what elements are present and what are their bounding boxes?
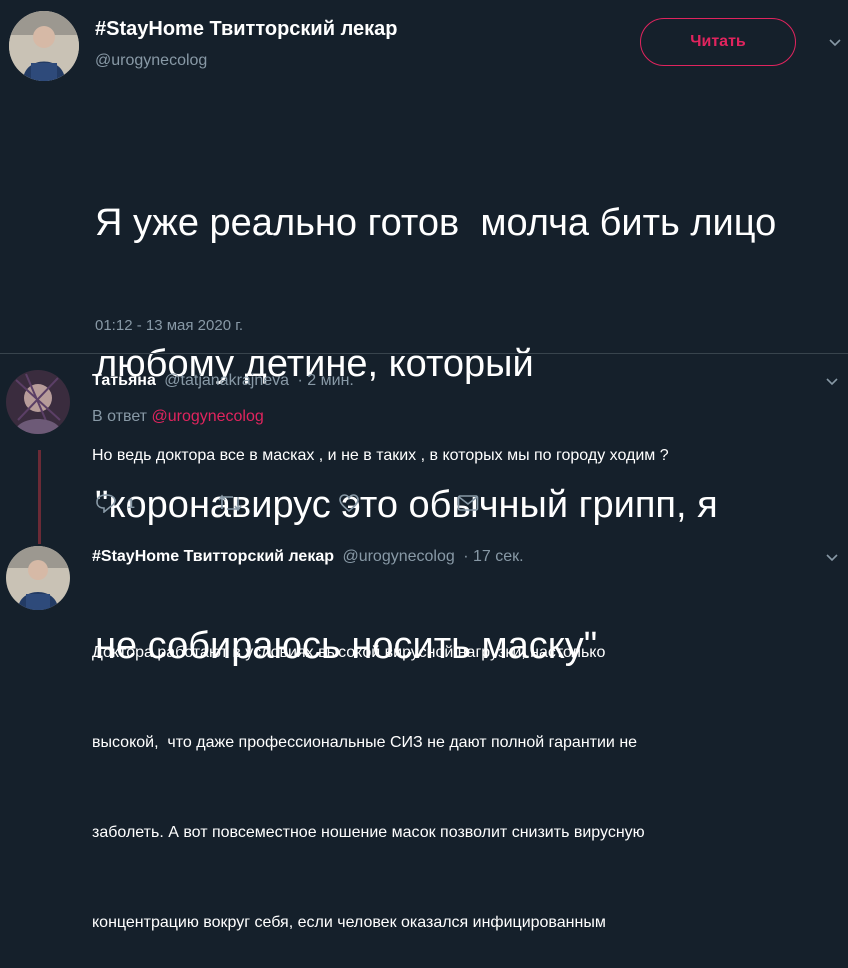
reply-author-avatar[interactable] [6,546,70,610]
tweet-timestamp[interactable]: 01:12 - 13 мая 2020 г. [95,317,243,334]
thread-connector [38,450,41,544]
reply-author-avatar[interactable] [6,370,70,434]
reply-to-line: В ответ @urogynecolog [92,408,264,426]
reply-text-line: заболеть. А вот повсеместное ношение мас… [92,824,645,841]
reply-to-handle-link[interactable]: @urogynecolog [151,408,263,425]
reply-action[interactable]: 1 [95,493,135,513]
avatar-photo [6,546,70,610]
reply-icon [96,494,116,513]
author-handle[interactable]: @urogynecolog [95,52,207,70]
tweet-text-line: Я уже реально готов молча бить лицо [95,202,777,244]
reply-handle[interactable]: @tatjanakrajneva [164,372,289,389]
like-action[interactable] [338,493,360,513]
follow-button[interactable]: Читать [640,18,796,66]
reply-time[interactable]: · 17 сек. [463,548,523,565]
retweet-action[interactable] [217,493,243,513]
avatar-photo [9,11,79,81]
like-icon [339,494,359,513]
reply-text: Доктора работают в условиях высокой виру… [92,578,645,968]
reply-handle[interactable]: @urogynecolog [342,548,454,565]
reply-to-prefix: В ответ [92,408,148,425]
reply-text-line: высокой, что даже профессиональные СИЗ н… [92,734,638,751]
reply-text-line: концентрацию вокруг себя, если человек о… [92,914,606,931]
avatar-photo [6,370,70,434]
reply-text-line: Доктора работают в условиях высокой виру… [92,644,606,661]
reply-header: Татьяна @tatjanakrajneva · 2 мин. [92,372,354,390]
reply-display-name[interactable]: Татьяна [92,372,156,389]
dm-icon [457,495,479,511]
tweet-text-line: "коронавирус это обычный грипп, я [95,484,718,526]
reply-text: Но ведь доктора все в масках , и не в та… [92,447,669,464]
chevron-down-icon[interactable] [826,552,838,564]
chevron-down-icon[interactable] [826,376,838,388]
reply-header: #StayHome Твитторский лекар @urogynecolo… [92,548,524,566]
reply-count: 1 [127,495,135,511]
divider [0,353,848,354]
author-display-name[interactable]: #StayHome Твитторский лекар [95,18,398,41]
reply-display-name[interactable]: #StayHome Твитторский лекар [92,548,334,565]
author-avatar[interactable] [9,11,79,81]
dm-action[interactable] [457,494,479,512]
chevron-down-icon[interactable] [829,37,841,49]
reply-time[interactable]: · 2 мин. [298,372,354,389]
retweet-icon [218,494,242,512]
